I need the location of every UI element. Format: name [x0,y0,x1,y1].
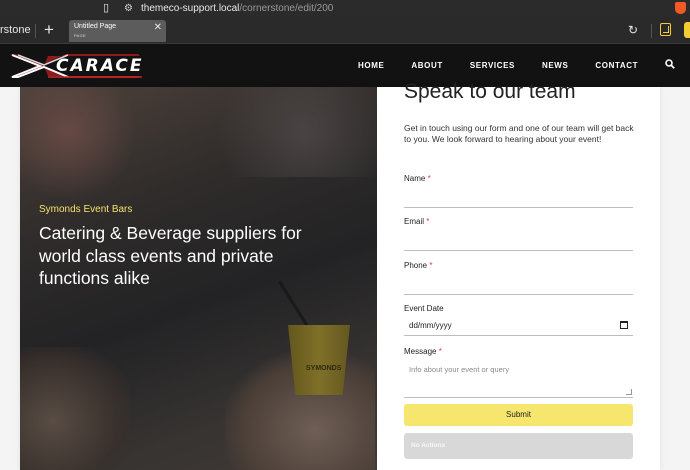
search-icon[interactable] [665,59,675,72]
message-label: Message * [404,347,442,356]
bookmark-icon[interactable]: ▯ [103,2,112,14]
url-path: /cornerstone/edit/200 [239,3,334,14]
side-panel-toggle[interactable] [684,22,690,38]
browser-address-bar: ▯ ⚙ themeco-support.local/cornerstone/ed… [0,0,690,17]
form-intro: Get in touch using our form and one of o… [404,123,634,144]
hero-image-panel: SYMONDS Symonds Event Bars Catering & Be… [20,87,377,470]
hero-kicker: Symonds Event Bars [39,204,133,215]
logo-wordmark: CARACE [56,56,144,76]
phone-field[interactable] [404,294,633,295]
message-field[interactable]: Info about your event or query [404,360,633,398]
phone-label: Phone * [404,261,433,270]
site-header: CARACE HOME ABOUT SERVICES NEWS CONTACT [0,44,690,87]
hero-headline: Catering & Beverage suppliers for world … [39,223,302,288]
calendar-icon[interactable] [620,321,628,329]
responsive-preview-icon[interactable] [660,23,671,36]
toolbar-divider [651,24,652,38]
resize-handle-icon[interactable] [626,389,632,395]
editor-tab-strip: rstone + Untitled Page PAGE ✕ ↻ [0,17,690,44]
brave-shield-icon[interactable] [675,2,686,14]
nav-contact[interactable]: CONTACT [595,61,638,71]
name-label: Name * [404,174,431,183]
tab-untitled-page[interactable]: Untitled Page PAGE ✕ [69,20,166,42]
email-field[interactable] [404,250,633,251]
site-logo[interactable]: CARACE [8,50,144,82]
new-tab-button[interactable]: + [44,20,54,39]
event-date-field[interactable]: dd/mm/yyyy [404,317,633,336]
no-actions-label: No Actions [411,442,446,449]
nav-about[interactable]: ABOUT [411,61,442,71]
nav-services[interactable]: SERVICES [470,61,515,71]
refresh-icon[interactable]: ↻ [628,23,638,37]
tab-divider [35,24,36,38]
email-label: Email * [404,217,430,226]
tab-title: Untitled Page [74,23,117,30]
name-field[interactable] [404,207,633,208]
site-settings-icon[interactable]: ⚙ [124,3,133,14]
message-placeholder: Info about your event or query [409,365,510,374]
url-field[interactable]: themeco-support.local/cornerstone/edit/2… [141,2,333,15]
nav-news[interactable]: NEWS [542,61,568,71]
form-title: Speak to our team [404,80,576,103]
close-icon[interactable]: ✕ [154,23,162,33]
tab-subtitle: PAGE [74,33,87,38]
no-actions-button[interactable]: No Actions [404,433,633,459]
nav-home[interactable]: HOME [358,61,384,71]
url-host: themeco-support.local [141,3,240,14]
tab-cornerstone[interactable]: rstone [0,24,31,37]
submit-button[interactable]: Submit [404,404,633,426]
event-date-label: Event Date [404,304,444,313]
date-placeholder: dd/mm/yyyy [409,321,452,330]
